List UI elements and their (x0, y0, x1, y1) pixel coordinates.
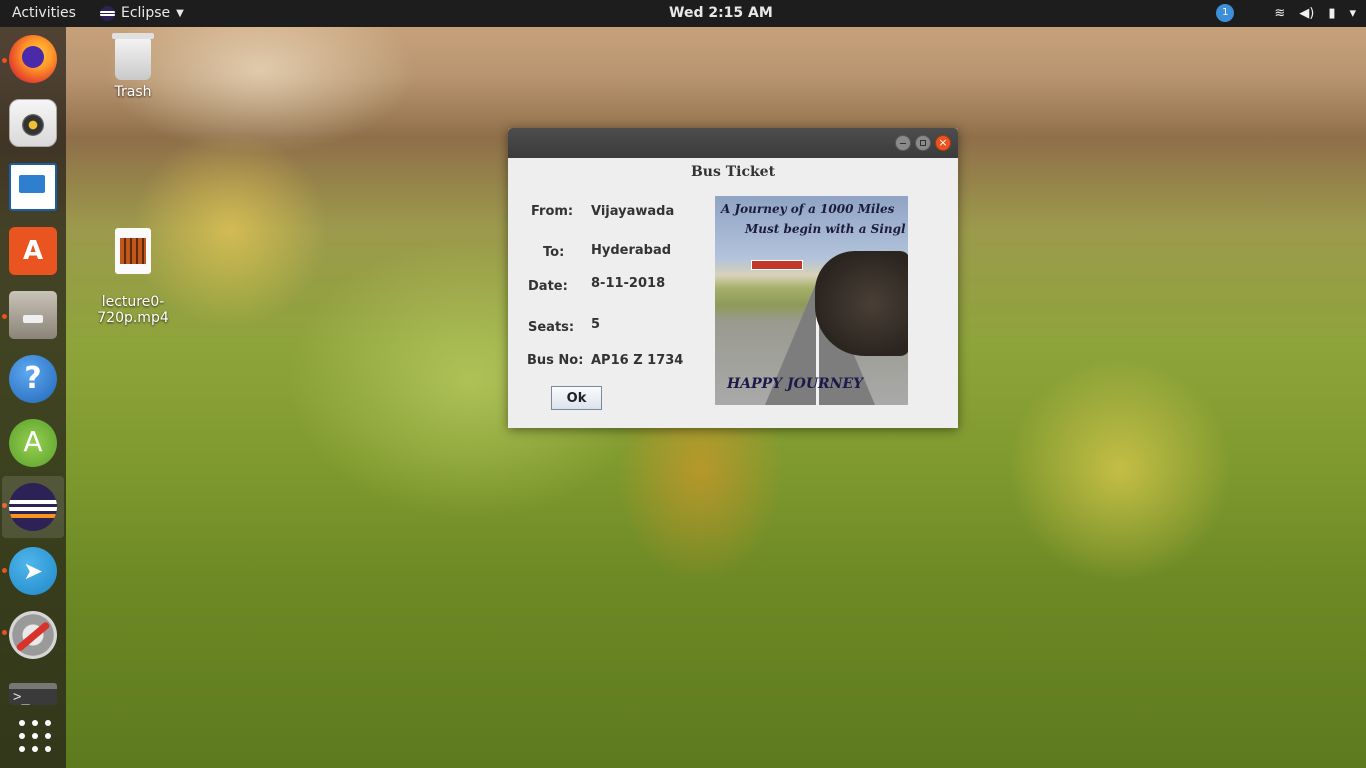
date-value: 8-11-2018 (591, 276, 666, 291)
show-apps-icon[interactable] (9, 711, 57, 759)
from-label: From: (531, 204, 574, 219)
activities-button[interactable]: Activities (12, 5, 76, 21)
dialog-titlebar[interactable]: × (508, 128, 958, 158)
app-menu-label: Eclipse (121, 5, 171, 21)
chevron-down-icon: ▼ (176, 7, 184, 19)
video-file-desktop-icon[interactable]: lecture0- 720p.mp4 (88, 212, 178, 326)
poster-line-3: HAPPY JOURNEY (727, 376, 864, 392)
dock: A ? A ➤ >_ (0, 27, 66, 768)
network-icon[interactable]: ≋ (1274, 6, 1285, 21)
volume-icon[interactable]: ◀) (1299, 6, 1314, 21)
close-icon[interactable]: × (935, 135, 951, 151)
minimize-icon[interactable] (895, 135, 911, 151)
rhythmbox-icon[interactable] (9, 99, 57, 147)
running-indicator (2, 630, 7, 635)
maximize-icon[interactable] (915, 135, 931, 151)
dialog-body: Bus Ticket From: Vijayawada To: Hyderaba… (508, 158, 958, 428)
video-file-label: lecture0- 720p.mp4 (97, 294, 169, 326)
terminal-icon[interactable]: >_ (9, 683, 57, 705)
trash-desktop-icon[interactable]: Trash (88, 33, 178, 100)
bus-no-label: Bus No: (527, 353, 584, 368)
to-value: Hyderabad (591, 243, 672, 258)
chevron-down-icon[interactable]: ▾ (1349, 6, 1356, 21)
top-bar: Activities Eclipse ▼ Wed 2:15 AM 1 ≋ ◀) … (0, 0, 1366, 27)
software-center-icon[interactable]: A (9, 227, 57, 275)
running-indicator (2, 568, 7, 573)
trash-icon (112, 33, 154, 80)
running-indicator (2, 58, 7, 63)
telegram-icon[interactable]: ➤ (9, 547, 57, 595)
poster-line-1: A Journey of a 1000 Miles (721, 202, 895, 216)
eclipse-icon (100, 5, 115, 21)
dialog-title: Bus Ticket (690, 164, 776, 180)
update-notifier-icon[interactable]: 1 (1216, 4, 1235, 22)
files-icon[interactable] (9, 291, 57, 339)
trash-label: Trash (114, 84, 152, 100)
settings-icon[interactable] (9, 611, 57, 659)
help-icon[interactable]: ? (9, 355, 57, 403)
ok-button[interactable]: Ok (551, 386, 602, 410)
poster-sign (751, 260, 803, 270)
app-menu[interactable]: Eclipse ▼ (100, 5, 184, 21)
poster-line-2: Must begin with a Singl (745, 222, 906, 236)
date-label: Date: (528, 279, 568, 294)
from-value: Vijayawada (591, 204, 675, 219)
android-studio-icon[interactable]: A (9, 419, 57, 467)
seats-label: Seats: (528, 320, 575, 335)
eclipse-dock-item[interactable] (2, 476, 64, 538)
to-label: To: (543, 245, 565, 260)
happy-journey-image: A Journey of a 1000 Miles Must begin wit… (715, 196, 908, 405)
poster-hand (815, 251, 908, 356)
running-indicator (2, 314, 7, 319)
bus-ticket-dialog: × Bus Ticket From: Vijayawada To: Hydera… (508, 128, 958, 428)
firefox-icon[interactable] (9, 35, 57, 83)
eclipse-icon (9, 483, 57, 531)
clock[interactable]: Wed 2:15 AM (669, 5, 773, 21)
battery-icon[interactable]: ▮ (1328, 6, 1335, 21)
libreoffice-impress-icon[interactable] (9, 163, 57, 211)
video-file-icon (115, 228, 151, 274)
system-tray[interactable]: 1 ≋ ◀) ▮ ▾ (1216, 4, 1356, 22)
seats-value: 5 (591, 317, 601, 332)
bus-no-value: AP16 Z 1734 (591, 353, 684, 368)
